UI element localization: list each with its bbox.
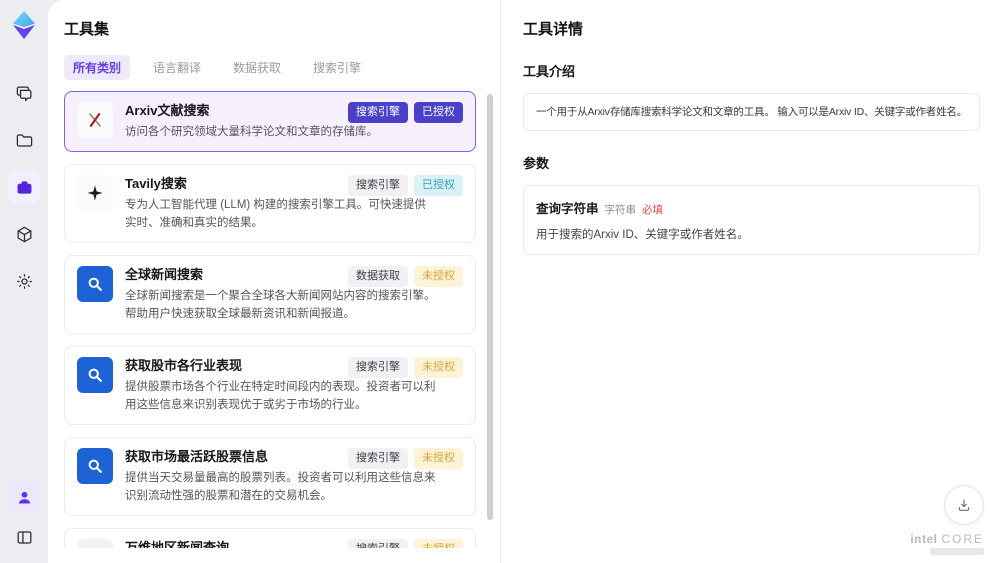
category-badge: 搜索引擎	[348, 448, 408, 469]
tool-card[interactable]: Tavily搜索 专为人工智能代理 (LLM) 构建的搜索引擎工具。可快速提供实…	[64, 164, 476, 243]
download-button[interactable]	[944, 485, 984, 525]
intro-section: 工具介绍 一个用于从Arxiv存储库搜索科学论文和文章的工具。 输入可以是Arx…	[523, 61, 980, 131]
params-section-title: 参数	[523, 156, 550, 171]
intel-core-watermark: intel CORE	[910, 532, 984, 555]
tool-description: 全球新闻搜索是一个聚合全球各大新闻网站内容的搜索引擎。帮助用户快速获取全球最新资…	[125, 290, 436, 320]
tool-card[interactable]: 全球新闻搜索 全球新闻搜索是一个聚合全球各大新闻网站内容的搜索引擎。帮助用户快速…	[64, 255, 476, 334]
auth-badge: 已授权	[414, 102, 463, 123]
tab-2[interactable]: 数据获取	[224, 55, 290, 80]
left-rail	[0, 0, 48, 563]
tavily-icon	[77, 175, 113, 211]
rail-bottom	[8, 481, 40, 553]
intro-text: 一个用于从Arxiv存储库搜索科学论文和文章的工具。 输入可以是Arxiv ID…	[536, 106, 967, 118]
tool-badges: 搜索引擎 已授权	[348, 102, 463, 123]
tool-title: 获取市场最活跃股票信息	[125, 449, 269, 464]
tool-title: 获取股市各行业表现	[125, 358, 243, 373]
stock-icon	[77, 448, 113, 484]
category-badge: 数据获取	[348, 266, 408, 287]
param-type: 字符串	[604, 204, 637, 216]
scrollbar-thumb[interactable]	[487, 94, 493, 520]
panel-toggle-icon[interactable]	[8, 521, 40, 553]
intro-card: 一个用于从Arxiv存储库搜索科学论文和文章的工具。 输入可以是Arxiv ID…	[523, 93, 980, 131]
tool-card[interactable]: 获取市场最活跃股票信息 提供当天交易量最高的股票列表。投资者可以利用这些信息来识…	[64, 437, 476, 516]
param-name: 查询字符串	[536, 202, 599, 216]
main-surface: 工具集 所有类别 语言翻译 数据获取 搜索引擎 Arxiv文献搜索 访问各个研究领域大…	[48, 0, 1000, 563]
param-head: 查询字符串 字符串 必填	[536, 198, 967, 217]
tool-badges: 搜索引擎 未授权	[348, 448, 463, 469]
tool-badges: 数据获取 未授权	[348, 266, 463, 287]
params-section: 参数 查询字符串 字符串 必填 用于搜索的Arxiv ID、关键字或作者姓名。	[523, 153, 980, 255]
auth-badge: 已授权	[414, 175, 463, 196]
rail-nav	[8, 77, 40, 297]
category-badge: 搜索引擎	[348, 102, 408, 123]
tool-list: Arxiv文献搜索 访问各个研究领域大量科学论文和文章的存储库。 搜索引擎 已授…	[64, 91, 500, 548]
list-scrollbar[interactable]	[487, 92, 493, 555]
tool-card[interactable]: 获取股市各行业表现 提供股票市场各个行业在特定时间段内的表现。投资者可以利用这些…	[64, 346, 476, 425]
tool-description: 访问各个研究领域大量科学论文和文章的存储库。	[125, 126, 378, 138]
tool-card[interactable]: 万维地区新闻查询 查询具体行政区划内的新闻，快速了解各地新闻动 搜索引擎 未授权	[64, 528, 476, 548]
tool-badges: 搜索引擎 已授权	[348, 175, 463, 196]
watermark-product: CORE	[941, 532, 984, 546]
settings-icon[interactable]	[8, 265, 40, 297]
tool-description: 提供当天交易量最高的股票列表。投资者可以利用这些信息来识别流动性强的股票和潜在的…	[125, 472, 436, 502]
tab-1[interactable]: 语言翻译	[144, 55, 210, 80]
param-card: 查询字符串 字符串 必填 用于搜索的Arxiv ID、关键字或作者姓名。	[523, 185, 980, 255]
tool-title: Tavily搜索	[125, 176, 187, 191]
category-badge: 搜索引擎	[348, 175, 408, 196]
category-badge: 搜索引擎	[348, 539, 408, 548]
app-logo[interactable]	[8, 9, 40, 41]
package-icon[interactable]	[8, 218, 40, 250]
tool-description: 专为人工智能代理 (LLM) 构建的搜索引擎工具。可快速提供实时、准确和真实的结…	[125, 199, 426, 229]
details-title: 工具详情	[523, 21, 584, 38]
tools-panel: 工具集 所有类别 语言翻译 数据获取 搜索引擎 Arxiv文献搜索 访问各个研究领域大…	[48, 0, 500, 563]
tool-badges: 搜索引擎 未授权	[348, 539, 463, 548]
folder-icon[interactable]	[8, 124, 40, 156]
auth-badge: 未授权	[414, 539, 463, 548]
toolbox-icon[interactable]	[8, 171, 40, 203]
chat-icon[interactable]	[8, 77, 40, 109]
category-tabs: 所有类别 语言翻译 数据获取 搜索引擎	[64, 55, 500, 80]
tool-card[interactable]: Arxiv文献搜索 访问各个研究领域大量科学论文和文章的存储库。 搜索引擎 已授…	[64, 91, 476, 152]
news-icon	[77, 266, 113, 302]
auth-badge: 未授权	[414, 448, 463, 469]
arxiv-icon	[77, 102, 113, 138]
tool-title: 万维地区新闻查询	[125, 540, 230, 548]
param-required-badge: 必填	[642, 204, 664, 216]
building-icon	[77, 539, 113, 548]
details-panel: 工具详情 工具介绍 一个用于从Arxiv存储库搜索科学论文和文章的工具。 输入可…	[500, 0, 1000, 563]
tool-title: 全球新闻搜索	[125, 267, 204, 282]
watermark-subtext-bar	[930, 548, 984, 555]
tool-title: Arxiv文献搜索	[125, 103, 210, 118]
user-icon[interactable]	[8, 481, 40, 513]
category-badge: 搜索引擎	[348, 357, 408, 378]
tab-3[interactable]: 搜索引擎	[304, 55, 370, 80]
tool-description: 提供股票市场各个行业在特定时间段内的表现。投资者可以利用这些信息来识别表现优于或…	[125, 381, 436, 411]
tab-0[interactable]: 所有类别	[64, 55, 131, 80]
auth-badge: 未授权	[414, 357, 463, 378]
download-icon	[958, 499, 970, 511]
param-description: 用于搜索的Arxiv ID、关键字或作者姓名。	[536, 229, 749, 241]
auth-badge: 未授权	[414, 266, 463, 287]
intro-section-title: 工具介绍	[523, 64, 576, 79]
page-title: 工具集	[64, 21, 110, 38]
watermark-brand: intel	[910, 532, 938, 546]
stock-icon	[77, 357, 113, 393]
tool-badges: 搜索引擎 未授权	[348, 357, 463, 378]
